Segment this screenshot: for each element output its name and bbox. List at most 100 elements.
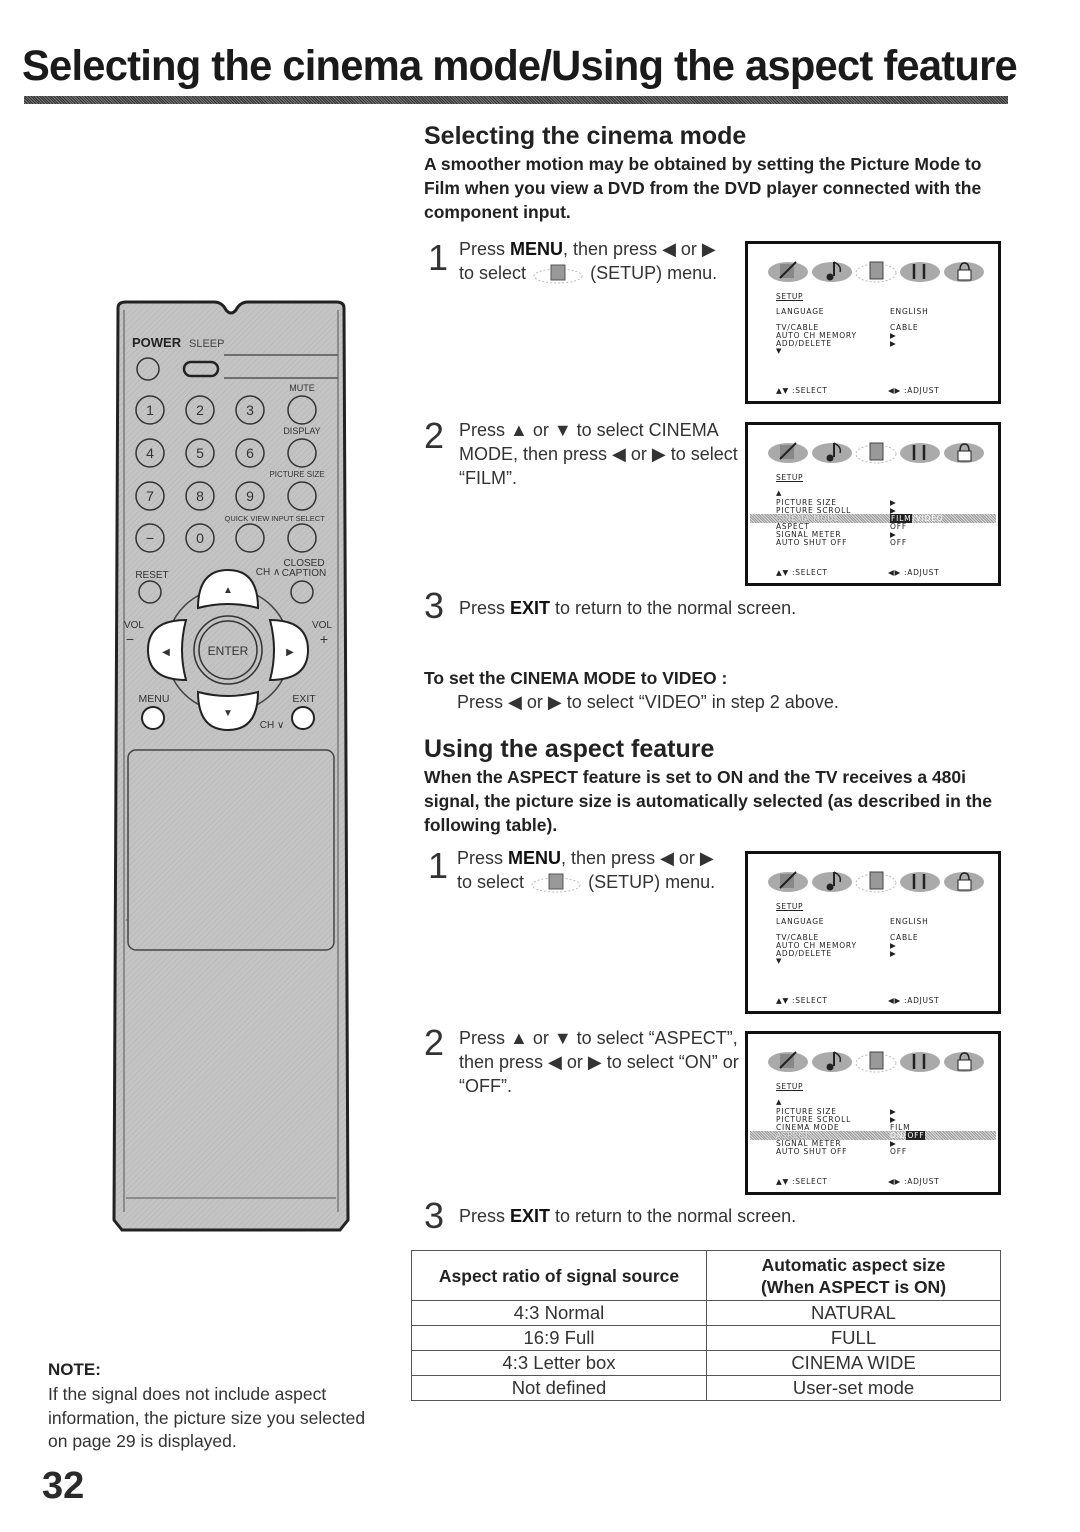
aspect-lead: When the ASPECT feature is set to ON and… [424,767,992,835]
power-label: POWER [132,335,182,350]
osd-title: SETUP [776,902,804,911]
scroll-down-icon: ▼ [776,347,782,355]
svg-text:0: 0 [196,530,204,546]
osd-title: SETUP [776,292,804,301]
menu-label: MENU [139,693,170,705]
tools-icon [900,443,940,463]
display-label: DISPLAY [283,426,320,436]
aspect-step-1-text: Press MENU, then press ◀ or ▶ to select … [457,848,716,893]
osd-row-label: AUTO SHUT OFF [776,1147,848,1156]
picture-icon [768,442,808,463]
audio-icon [812,871,852,892]
osd-footer-select: ▲▼ :SELECT [776,1177,828,1186]
tools-icon [900,1052,940,1072]
mute-label: MUTE [289,383,315,393]
osd-footer-select: ▲▼ :SELECT [776,996,828,1005]
vol-minus-label-text: VOL [124,620,144,631]
osd-menu-row: AUTO SHUT OFF OFF [750,538,996,547]
ch-up-label: CH ∧ [256,567,281,578]
aspect-table: Aspect ratio of signal source Automatic … [411,1250,1001,1401]
audio-icon [812,261,852,282]
menu-key: MENU [508,848,562,868]
osd-footer-adjust: ◀▶ :ADJUST [888,386,940,395]
menu-icons [766,439,988,465]
svg-text:▶: ▶ [286,647,294,658]
osd-menu-row: LANGUAGE ENGLISH [750,917,996,926]
sleep-label: SLEEP [189,338,224,350]
lock-icon [944,1052,984,1072]
cinema-step-2-number: 2 [424,415,445,456]
title-rule [24,96,1008,104]
aspect-step-3-number: 3 [424,1195,445,1236]
table-row: 16:9 Full FULL [411,1325,1001,1351]
osd-setup-screen-cinema: SETUP ▲ PICTURE SIZE ▶ PICTURE SCROLL ▶ CINEMA… [745,422,1001,586]
osd-row-value: ENGLISH [890,917,929,926]
video-mode-text: Press ◀ or ▶ to select “VIDEO” in step 2… [457,692,839,712]
exit-key: EXIT [510,1206,551,1226]
exit-key: EXIT [510,598,551,618]
lock-icon [944,872,984,892]
svg-text:4: 4 [146,445,154,461]
osd-setup-screen-1: SETUP LANGUAGE ENGLISH TV/CABLE CABLE AUTO CH… [745,241,1001,404]
table-cell-source: Not defined [411,1375,707,1401]
scroll-up-icon: ▲ [776,489,782,497]
setup-icon [855,871,897,893]
svg-text:▼: ▼ [223,708,233,719]
aspect-step-2-number: 2 [424,1022,445,1063]
menu-icons-strip [768,442,984,464]
exit-button[interactable] [291,706,315,730]
table-header-source: Aspect ratio of signal source [411,1250,707,1301]
quick-view-label: QUICK VIEW [224,514,270,523]
caption-label: CAPTION [282,568,326,579]
exit-label: EXIT [292,693,316,705]
osd-menu-row: LANGUAGE ENGLISH [750,307,996,316]
lock-icon [944,262,984,282]
cinema-lead: A smoother motion may be obtained by set… [424,154,982,222]
vol-minus-label: − [126,631,134,647]
osd-footer: ▲▼ :SELECT ◀▶ :ADJUST [776,996,976,1005]
setup-icon [855,261,897,283]
vol-plus-label: + [320,631,328,647]
menu-icons-strip [768,871,984,893]
menu-icons [766,1048,988,1074]
table-cell-source: 4:3 Letter box [411,1350,707,1376]
cinema-step-3-text: Press EXIT to return to the normal scree… [459,598,797,618]
svg-text:8: 8 [196,488,204,504]
setup-menu-icon [533,264,583,284]
osd-title: SETUP [776,473,804,482]
remote-body [112,300,350,1232]
remote-control-illustration: POWER SLEEP 1 2 3 MUTE 4 5 6 DISPLAY 7 8… [112,300,350,1240]
aspect-step-2-text: Press ▲ or ▼ to select “ASPECT”, then pr… [459,1028,739,1096]
menu-button[interactable] [141,706,165,730]
osd-row-value: OFF [890,538,907,547]
aspect-heading: Using the aspect feature [424,735,715,763]
svg-text:ENTER: ENTER [208,644,249,658]
table-header-auto-size: Automatic aspect size (When ASPECT is ON) [706,1250,1001,1301]
page-number: 32 [42,1465,85,1507]
svg-text:1: 1 [146,402,154,418]
table-cell-auto-size: User-set mode [706,1375,1001,1401]
cinema-step-1-text: Press MENU, then press ◀ or ▶ to select … [459,239,718,284]
osd-footer: ▲▼ :SELECT ◀▶ :ADJUST [776,568,976,577]
osd-setup-screen-2: SETUP LANGUAGE ENGLISH TV/CABLE CABLE AUTO CH… [745,851,1001,1014]
osd-footer-adjust: ◀▶ :ADJUST [888,1177,940,1186]
input-select-label: INPUT SELECT [271,514,325,523]
osd-setup-screen-aspect: SETUP ▲ PICTURE SIZE ▶ PICTURE SCROLL ▶ CINEMA… [745,1031,1001,1195]
table-cell-auto-size: CINEMA WIDE [706,1350,1001,1376]
osd-row-value: OFF [890,1147,907,1156]
svg-text:3: 3 [246,402,254,418]
osd-footer: ▲▼ :SELECT ◀▶ :ADJUST [776,1177,976,1186]
picture-icon [768,1051,808,1072]
picture-icon [768,261,808,282]
scroll-down-icon: ▼ [776,957,782,965]
cinema-heading: Selecting the cinema mode [424,122,747,150]
osd-row-value: ▶ [890,339,897,348]
picture-size-label: PICTURE SIZE [269,470,324,479]
osd-menu-row: ADD/DELETE ▶ [750,949,996,958]
video-mode-heading: To set the CINEMA MODE to VIDEO : [424,668,728,688]
svg-text:−: − [146,530,154,546]
table-row: 4:3 Normal NATURAL [411,1300,1001,1326]
reset-label: RESET [135,570,168,581]
cinema-step-2-text: Press ▲ or ▼ to select CINEMA MODE, then… [459,420,738,488]
osd-row-label: LANGUAGE [776,917,825,926]
